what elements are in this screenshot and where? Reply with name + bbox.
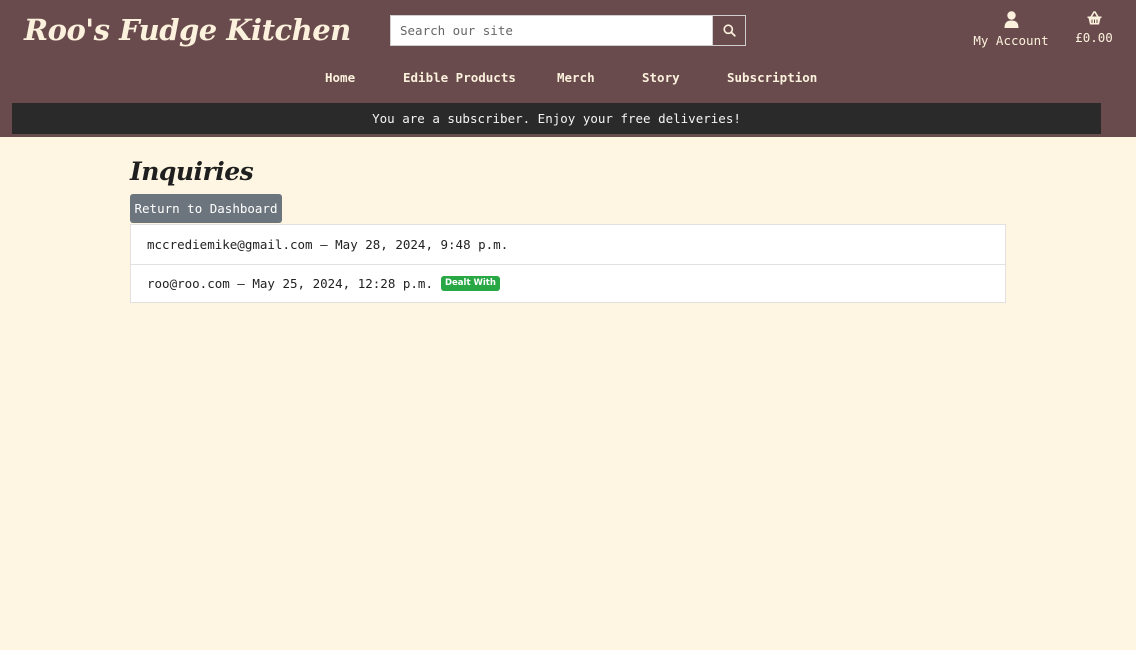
- inquiry-text: mccrediemike@gmail.com – May 28, 2024, 9…: [147, 236, 509, 252]
- search-input[interactable]: [390, 15, 713, 46]
- my-account-link[interactable]: My Account: [970, 11, 1052, 48]
- main-nav: Home Edible Products Merch Story Subscri…: [0, 66, 1136, 90]
- status-badge: Dealt With: [440, 275, 500, 291]
- nav-subscription[interactable]: Subscription: [727, 66, 817, 90]
- inquiry-text: roo@roo.com – May 25, 2024, 12:28 p.m.: [147, 275, 433, 291]
- subscriber-banner: You are a subscriber. Enjoy your free de…: [12, 103, 1101, 134]
- site-logo[interactable]: Roo's Fudge Kitchen: [24, 8, 351, 52]
- banner-message: You are a subscriber. Enjoy your free de…: [372, 111, 741, 126]
- inquiry-item[interactable]: mccrediemike@gmail.com – May 28, 2024, 9…: [131, 225, 1005, 264]
- cart-total: £0.00: [1075, 30, 1113, 45]
- user-icon: [1004, 11, 1018, 28]
- search-button[interactable]: [713, 15, 746, 46]
- nav-story[interactable]: Story: [642, 66, 680, 90]
- return-to-dashboard-button[interactable]: Return to Dashboard: [130, 194, 282, 223]
- cart-link[interactable]: £0.00: [1070, 11, 1118, 45]
- site-header: Roo's Fudge Kitchen My Account £0.00 Hom…: [0, 0, 1136, 137]
- search-form: [390, 15, 746, 46]
- nav-merch[interactable]: Merch: [557, 66, 595, 90]
- nav-home[interactable]: Home: [325, 66, 355, 90]
- page-title: Inquiries: [130, 157, 254, 186]
- inquiry-item[interactable]: roo@roo.com – May 25, 2024, 12:28 p.m. D…: [131, 263, 1005, 303]
- inquiries-list: mccrediemike@gmail.com – May 28, 2024, 9…: [130, 224, 1006, 303]
- basket-icon: [1087, 11, 1101, 25]
- my-account-label: My Account: [973, 33, 1049, 48]
- search-icon: [722, 24, 736, 37]
- nav-edible-products[interactable]: Edible Products: [403, 66, 516, 90]
